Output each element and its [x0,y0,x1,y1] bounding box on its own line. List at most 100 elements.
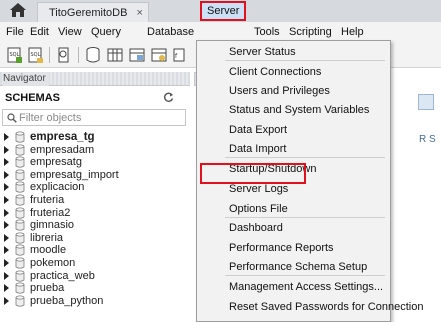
schema-row[interactable]: fruteria [0,194,190,206]
tab-connection[interactable]: TitoGeremitoDB × [37,2,149,22]
open-sql-script-icon[interactable]: SQL [27,46,45,64]
schema-row[interactable]: practica_web [0,270,190,282]
database-icon [15,207,25,219]
schema-row[interactable]: pokemon [0,257,190,269]
expand-arrow-icon[interactable] [4,221,9,230]
menu-item-options-file[interactable]: Options File [229,203,288,216]
inspector-icon[interactable] [55,46,73,64]
schema-row[interactable]: moodle [0,244,190,256]
expand-arrow-icon[interactable] [4,246,9,255]
create-procedure-icon[interactable] [150,46,168,64]
schema-row[interactable]: libreria [0,232,190,244]
new-sql-tab-icon[interactable]: SQL [6,46,24,64]
schema-row[interactable]: empresatg_import [0,169,190,181]
create-table-icon[interactable] [106,46,124,64]
expand-arrow-icon[interactable] [4,259,9,267]
toolbar-tile-icon[interactable] [418,94,434,110]
menu-database[interactable]: Database [147,22,194,42]
search-icon [7,113,17,123]
create-function-icon[interactable]: f [172,46,190,64]
schemas-header: SCHEMAS [0,88,190,108]
expand-arrow-icon[interactable] [4,233,9,242]
menu-scripting[interactable]: Scripting [289,22,332,42]
menu-server[interactable]: Server [200,1,246,21]
database-icon [15,194,25,206]
database-icon [15,169,25,181]
menu-separator [225,157,385,158]
menu-item-server-status[interactable]: Server Status [229,46,296,59]
close-icon[interactable]: × [136,7,142,19]
schema-name: fruteria [30,194,65,206]
menu-bar: File Edit View Query Database Tools Scri… [0,22,441,42]
menu-item-client-connections[interactable]: Client Connections [229,66,321,79]
schema-row[interactable]: gimnasio [0,219,190,231]
expand-arrow-icon[interactable] [4,296,9,305]
menu-item-data-import[interactable]: Data Import [229,143,286,156]
database-icon [15,270,25,282]
database-icon [15,244,25,257]
navigator-title: Navigator [3,72,49,86]
toolbar-separator [78,47,79,63]
database-icon [15,144,25,156]
menu-edit[interactable]: Edit [30,22,49,42]
menu-separator [225,275,385,276]
schema-name: libreria [30,231,64,244]
schema-row[interactable]: empresa_tg [0,131,190,143]
create-schema-icon[interactable] [84,46,102,64]
menu-item-data-export[interactable]: Data Export [229,124,287,137]
schema-row[interactable]: prueba [0,282,190,294]
home-icon[interactable] [9,2,27,18]
schemas-title: SCHEMAS [5,92,61,104]
schema-row[interactable]: prueba_python [0,295,190,307]
menu-item-server-logs[interactable]: Server Logs [229,183,288,196]
schema-row[interactable]: explicacion [0,181,190,193]
schema-name: prueba_python [30,294,104,307]
expand-arrow-icon[interactable] [4,284,9,293]
database-icon [15,295,25,307]
schema-name: empresatg [30,156,82,169]
database-icon [15,282,25,294]
menu-help[interactable]: Help [341,22,364,42]
create-view-icon[interactable] [128,46,146,64]
menu-item-startup-shutdown[interactable]: Startup/Shutdown [229,163,316,176]
refresh-icon[interactable] [163,92,174,103]
expand-arrow-icon[interactable] [4,271,9,280]
menu-item-status-and-system-variables[interactable]: Status and System Variables [229,104,369,117]
menu-file[interactable]: File [6,22,24,42]
schema-row[interactable]: empresatg [0,156,190,168]
schema-name: prueba [30,282,65,295]
expand-arrow-icon[interactable] [4,158,9,167]
expand-arrow-icon[interactable] [4,145,9,154]
expand-arrow-icon[interactable] [4,170,9,179]
database-icon [15,257,25,269]
filter-box[interactable] [2,109,186,126]
filter-objects-input[interactable] [19,111,179,124]
menu-item-management-access-settings[interactable]: Management Access Settings... [229,281,383,294]
editor-partial-text: R S [419,134,436,145]
menu-item-dashboard[interactable]: Dashboard [229,222,283,235]
expand-arrow-icon[interactable] [4,196,9,204]
expand-arrow-icon[interactable] [4,208,9,217]
schema-row[interactable]: empresadam [0,144,190,156]
database-icon [15,156,25,168]
schema-name: fruteria2 [30,206,71,219]
menu-separator [225,217,385,218]
menu-query[interactable]: Query [91,22,121,42]
schema-name: empresatg_import [30,168,119,181]
schema-name: moodle [30,244,67,257]
menu-item-reset-saved-passwords-for-connection[interactable]: Reset Saved Passwords for Connection [229,301,423,314]
expand-arrow-icon[interactable] [4,183,9,192]
menu-item-performance-schema-setup[interactable]: Performance Schema Setup [229,261,367,274]
menu-server-label: Server [207,5,240,17]
menu-item-users-and-privileges[interactable]: Users and Privileges [229,85,330,98]
schema-row[interactable]: fruteria2 [0,207,190,219]
menu-item-performance-reports[interactable]: Performance Reports [229,242,334,255]
navigator-header: Navigator [0,72,190,86]
server-menu-dropdown: Server Status Client Connections Users and… [196,40,423,322]
menu-view[interactable]: View [58,22,82,42]
database-icon [15,232,25,244]
schema-name: empresadam [30,143,95,156]
menu-tools[interactable]: Tools [254,22,280,42]
database-icon [15,181,25,194]
expand-arrow-icon[interactable] [4,133,9,141]
